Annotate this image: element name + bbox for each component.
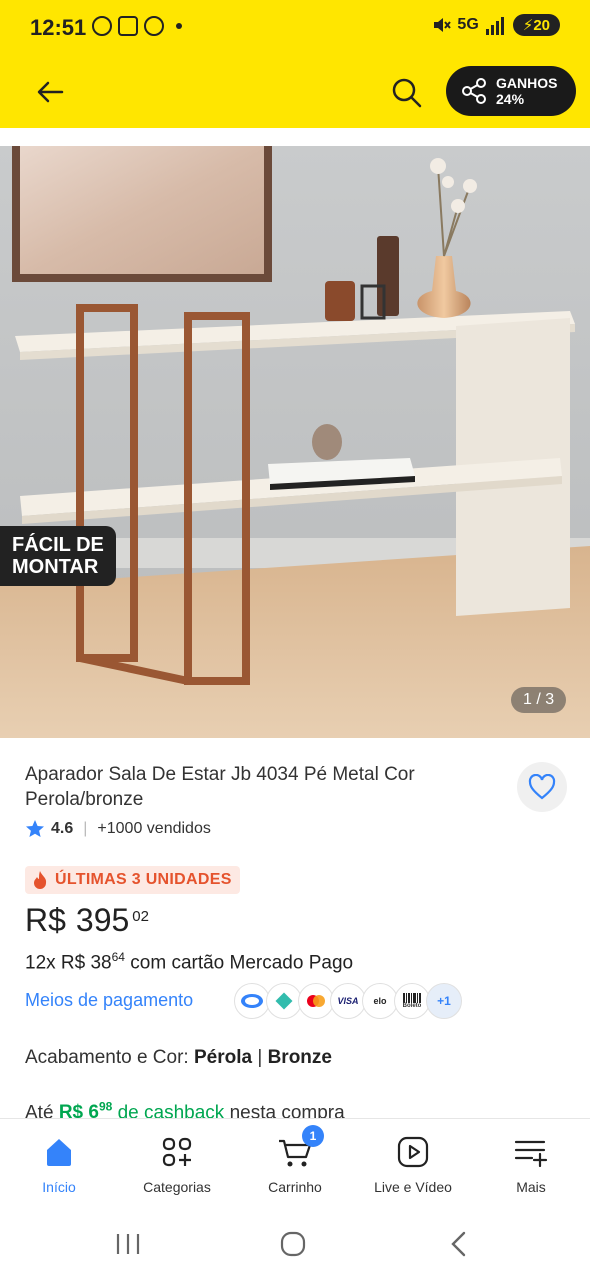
pix-icon <box>266 983 302 1019</box>
ganhos-share-button[interactable]: GANHOS 24% <box>446 66 576 116</box>
cashback-cents: 98 <box>98 1100 113 1114</box>
video-icon <box>397 1136 429 1168</box>
favorite-button[interactable] <box>517 762 567 812</box>
cashback-prefix: Até <box>25 1102 54 1118</box>
cashback-suffix: nesta compra <box>229 1102 345 1118</box>
product-title: Aparador Sala De Estar Jb 4034 Pé Metal … <box>25 764 415 810</box>
rating-value: 4.6 <box>51 820 74 837</box>
search-button[interactable] <box>386 72 426 112</box>
share-icon <box>462 78 486 104</box>
network-type: 5G <box>457 16 479 33</box>
image-counter: 1 / 3 <box>511 687 567 713</box>
whatsapp-icon <box>92 16 112 36</box>
back-button[interactable] <box>30 72 70 112</box>
payment-methods-link[interactable]: Meios de pagamento <box>25 990 193 1011</box>
status-right: 5G ⚡20 <box>431 14 560 36</box>
stock-label: ÚLTIMAS 3 UNIDADES <box>55 871 232 888</box>
cashback-info: Até R$ 698 de cashback nesta compra <box>25 1100 345 1118</box>
price-cents: 02 <box>132 908 149 925</box>
product-image-carousel[interactable]: FÁCIL DE MONTAR 1 / 3 <box>0 146 590 738</box>
cashback-amount: R$ 6 <box>58 1102 99 1118</box>
cashback-mid: de cashback <box>117 1102 225 1118</box>
battery-level: 20 <box>533 17 550 34</box>
nav-label: Live e Vídeo <box>374 1179 452 1195</box>
back-system-button[interactable] <box>448 1230 470 1258</box>
elo-icon: elo <box>362 983 398 1019</box>
notification-icons <box>92 16 182 36</box>
finish-value-1: Pérola <box>193 1047 253 1068</box>
easy-assembly-badge: FÁCIL DE MONTAR <box>0 526 116 586</box>
installments-prefix: 12x R$ 38 <box>25 952 112 974</box>
cashback-value: R$ 698 <box>58 1100 113 1118</box>
more-icon <box>514 1140 548 1167</box>
nav-label: Carrinho <box>268 1179 322 1195</box>
bottom-navigation: Início Categorias 1 Carrinho Live e Víde… <box>0 1118 590 1208</box>
price-currency: R$ <box>25 902 66 938</box>
more-payment-badge[interactable]: +1 <box>426 983 462 1019</box>
nav-carrinho[interactable]: 1 Carrinho <box>240 1125 350 1195</box>
nav-label: Categorias <box>143 1179 211 1195</box>
visa-icon: VISA <box>330 983 366 1019</box>
status-bar: 12:51 5G ⚡20 <box>0 0 590 56</box>
installments-cents: 64 <box>111 950 125 964</box>
star-icon <box>26 820 44 837</box>
finish-value-2: Bronze <box>267 1047 332 1068</box>
arrow-left-icon <box>37 81 64 103</box>
product-photo <box>0 146 590 738</box>
signal-icon <box>485 17 504 35</box>
top-bar: 12:51 5G ⚡20 GANHOS 24% <box>0 0 590 128</box>
ganhos-value: 24% <box>496 91 525 107</box>
price: R$ 395 02 <box>25 902 149 939</box>
chrome-icon <box>144 16 164 36</box>
categories-icon <box>162 1137 192 1167</box>
battery-indicator: ⚡20 <box>512 14 560 36</box>
finish-separator: | <box>257 1047 263 1068</box>
mercado-pago-icon <box>234 983 270 1019</box>
payment-icons[interactable]: VISA elo Boleto +1 <box>234 983 462 1019</box>
nav-inicio[interactable]: Início <box>4 1133 114 1195</box>
badge-line-1: FÁCIL DE <box>12 534 104 556</box>
nav-label: Início <box>42 1179 76 1195</box>
home-button[interactable] <box>279 1230 307 1258</box>
sold-count: +1000 vendidos <box>97 820 211 837</box>
nav-label: Mais <box>516 1179 546 1195</box>
boleto-icon: Boleto <box>394 983 430 1019</box>
boleto-label: Boleto <box>402 1003 422 1009</box>
system-navigation <box>0 1208 590 1280</box>
mute-icon <box>434 18 452 32</box>
recent-apps-button[interactable] <box>114 1232 142 1256</box>
rating-separator: | <box>83 820 88 837</box>
finish-label: Acabamento e Cor: <box>25 1047 189 1068</box>
rating-row[interactable]: 4.6 | +1000 vendidos <box>25 819 211 839</box>
installments: 12x R$ 3864 com cartão Mercado Pago <box>25 950 353 974</box>
wallet-icon <box>118 16 138 36</box>
more-notifications-icon <box>176 23 182 29</box>
nav-categorias[interactable]: Categorias <box>122 1133 232 1195</box>
ganhos-text: GANHOS 24% <box>496 75 557 107</box>
heart-icon <box>528 774 556 800</box>
home-icon <box>47 1139 71 1166</box>
nav-mais[interactable]: Mais <box>476 1133 586 1195</box>
status-time: 12:51 <box>30 15 87 40</box>
price-main: 395 <box>75 902 130 938</box>
finish-color: Acabamento e Cor: Pérola | Bronze <box>25 1047 332 1069</box>
mastercard-icon <box>298 983 334 1019</box>
fire-icon <box>34 871 47 889</box>
low-stock-badge: ÚLTIMAS 3 UNIDADES <box>25 866 240 894</box>
app-header: GANHOS 24% <box>0 56 590 128</box>
installments-suffix: com cartão Mercado Pago <box>130 952 354 974</box>
badge-line-2: MONTAR <box>12 556 99 578</box>
ganhos-label: GANHOS <box>496 75 558 91</box>
cart-badge: 1 <box>302 1125 324 1147</box>
search-icon <box>392 78 422 108</box>
nav-live-video[interactable]: Live e Vídeo <box>358 1133 468 1195</box>
